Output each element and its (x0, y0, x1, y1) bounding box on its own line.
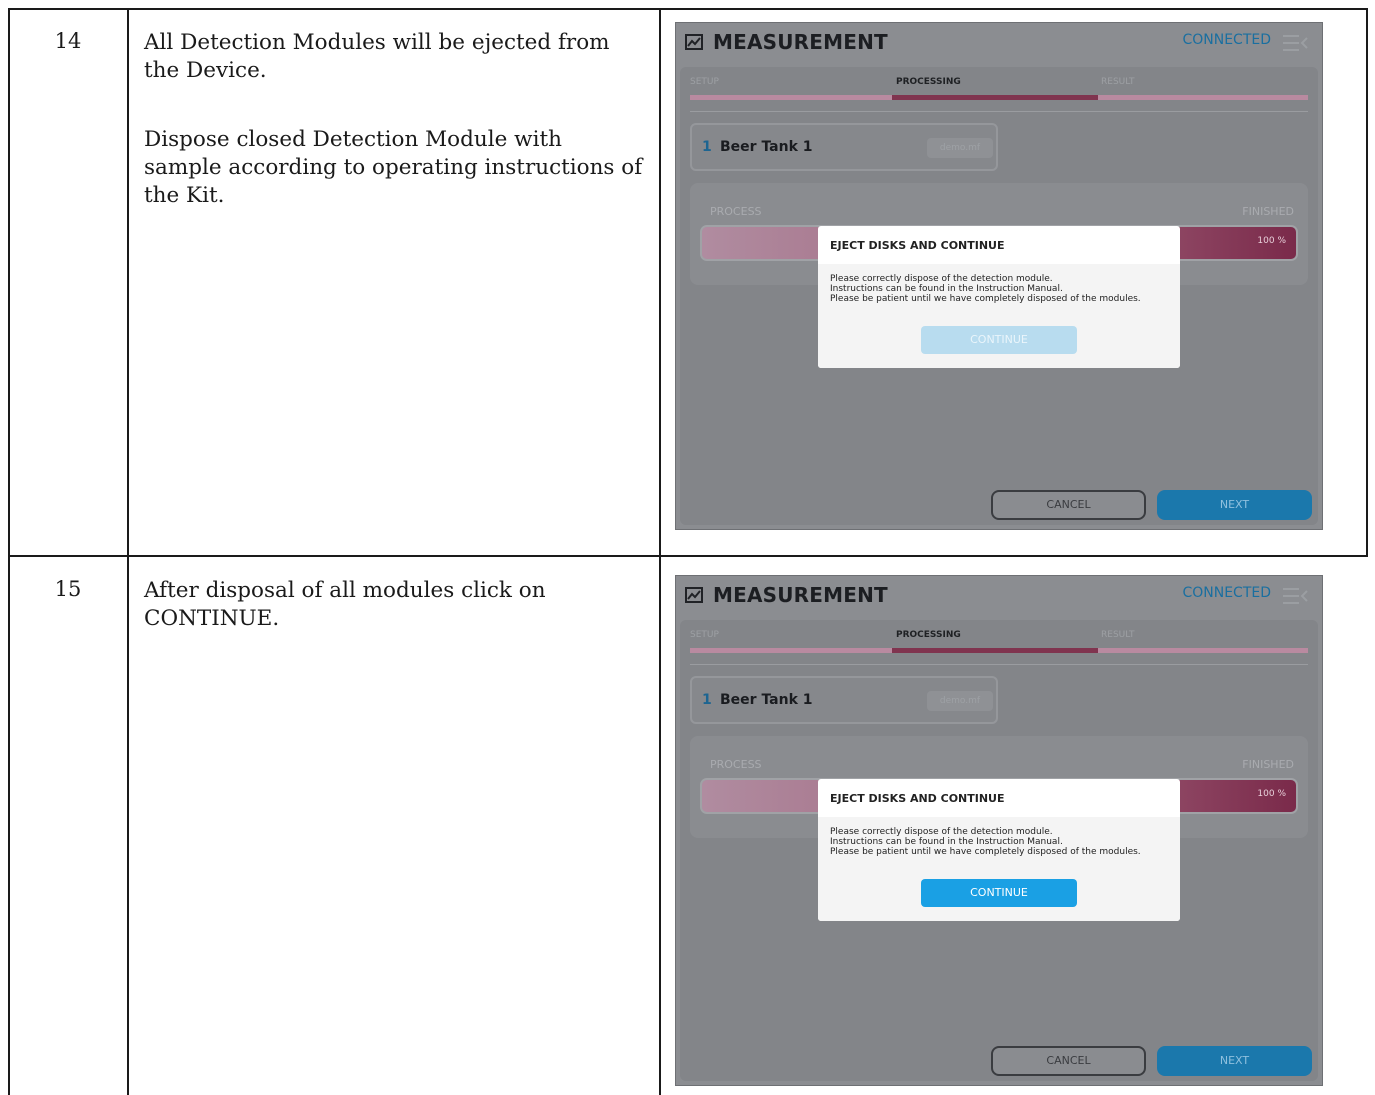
table-border-row-separator (8, 555, 1368, 557)
process-label: PROCESS (710, 758, 762, 771)
chart-icon (685, 587, 703, 603)
divider (690, 664, 1308, 665)
instruction-paragraph: After disposal of all modules click on C… (144, 578, 546, 631)
progress-percent: 100 % (1257, 789, 1286, 799)
modal-title: EJECT DISKS AND CONTINUE (830, 792, 1005, 805)
step-result: RESULT (1101, 630, 1135, 640)
step-instructions: All Detection Modules will be ejected fr… (144, 29, 644, 251)
modal-text-line: Please be patient until we have complete… (830, 294, 1141, 304)
process-label: PROCESS (710, 205, 762, 218)
page-title: MEASUREMENT (713, 583, 888, 607)
step-number: 14 (54, 29, 82, 53)
step-progress-active (892, 648, 1098, 653)
table-border-col1 (127, 8, 129, 1095)
step-indicator: SETUP PROCESSING RESULT (680, 77, 1318, 89)
app-screenshot: MEASUREMENT CONNECTED SETUP PROCESSING R… (675, 575, 1323, 1086)
sample-name: Beer Tank 1 (720, 139, 813, 155)
menu-icon[interactable] (1283, 587, 1309, 605)
modal-title: EJECT DISKS AND CONTINUE (830, 239, 1005, 252)
menu-icon[interactable] (1283, 34, 1309, 52)
finished-label: FINISHED (1242, 205, 1294, 218)
step-processing: PROCESSING (896, 630, 961, 640)
table-border-left (8, 8, 10, 1095)
step-setup: SETUP (690, 77, 719, 87)
modal-text-line: Please be patient until we have complete… (830, 847, 1141, 857)
chart-icon (685, 34, 703, 50)
sample-card[interactable]: 1 Beer Tank 1 demo.mf (690, 123, 998, 171)
next-button[interactable]: NEXT (1157, 490, 1312, 520)
eject-modal: EJECT DISKS AND CONTINUE Please correctl… (818, 226, 1180, 368)
continue-button[interactable]: CONTINUE (921, 879, 1077, 907)
step-result: RESULT (1101, 77, 1135, 87)
cancel-button[interactable]: CANCEL (991, 490, 1146, 520)
modal-text-line: Instructions can be found in the Instruc… (830, 284, 1063, 294)
modal-text-line: Please correctly dispose of the detectio… (830, 827, 1053, 837)
connection-status: CONNECTED (1182, 585, 1271, 601)
finished-label: FINISHED (1242, 758, 1294, 771)
instruction-paragraph: Dispose closed Detection Module with sam… (144, 127, 643, 208)
app-header: MEASUREMENT (685, 30, 888, 54)
sample-index: 1 (702, 139, 712, 155)
page-title: MEASUREMENT (713, 30, 888, 54)
step-indicator: SETUP PROCESSING RESULT (680, 630, 1318, 642)
step-processing: PROCESSING (896, 77, 961, 87)
modal-body: Please correctly dispose of the detectio… (818, 817, 1180, 921)
table-border-top (8, 8, 1368, 10)
eject-modal: EJECT DISKS AND CONTINUE Please correctl… (818, 779, 1180, 921)
sample-card[interactable]: 1 Beer Tank 1 demo.mf (690, 676, 998, 724)
modal-text-line: Instructions can be found in the Instruc… (830, 837, 1063, 847)
app-screenshot: MEASUREMENT CONNECTED SETUP PROCESSING R… (675, 22, 1323, 530)
divider (690, 111, 1308, 112)
table-border-right (1366, 8, 1368, 556)
sample-index: 1 (702, 692, 712, 708)
sample-name: Beer Tank 1 (720, 692, 813, 708)
modal-body: Please correctly dispose of the detectio… (818, 264, 1180, 368)
progress-percent: 100 % (1257, 236, 1286, 246)
next-button[interactable]: NEXT (1157, 1046, 1312, 1076)
step-setup: SETUP (690, 630, 719, 640)
step-progress-active (892, 95, 1098, 100)
app-header: MEASUREMENT (685, 583, 888, 607)
sample-file-badge: demo.mf (927, 138, 993, 158)
table-border-col2 (659, 8, 661, 1095)
cancel-button[interactable]: CANCEL (991, 1046, 1146, 1076)
instruction-paragraph: All Detection Modules will be ejected fr… (144, 30, 610, 83)
step-instructions: After disposal of all modules click on C… (144, 577, 644, 674)
continue-button[interactable]: CONTINUE (921, 326, 1077, 354)
step-number: 15 (54, 577, 82, 601)
sample-file-badge: demo.mf (927, 691, 993, 711)
modal-text-line: Please correctly dispose of the detectio… (830, 274, 1053, 284)
connection-status: CONNECTED (1182, 32, 1271, 48)
